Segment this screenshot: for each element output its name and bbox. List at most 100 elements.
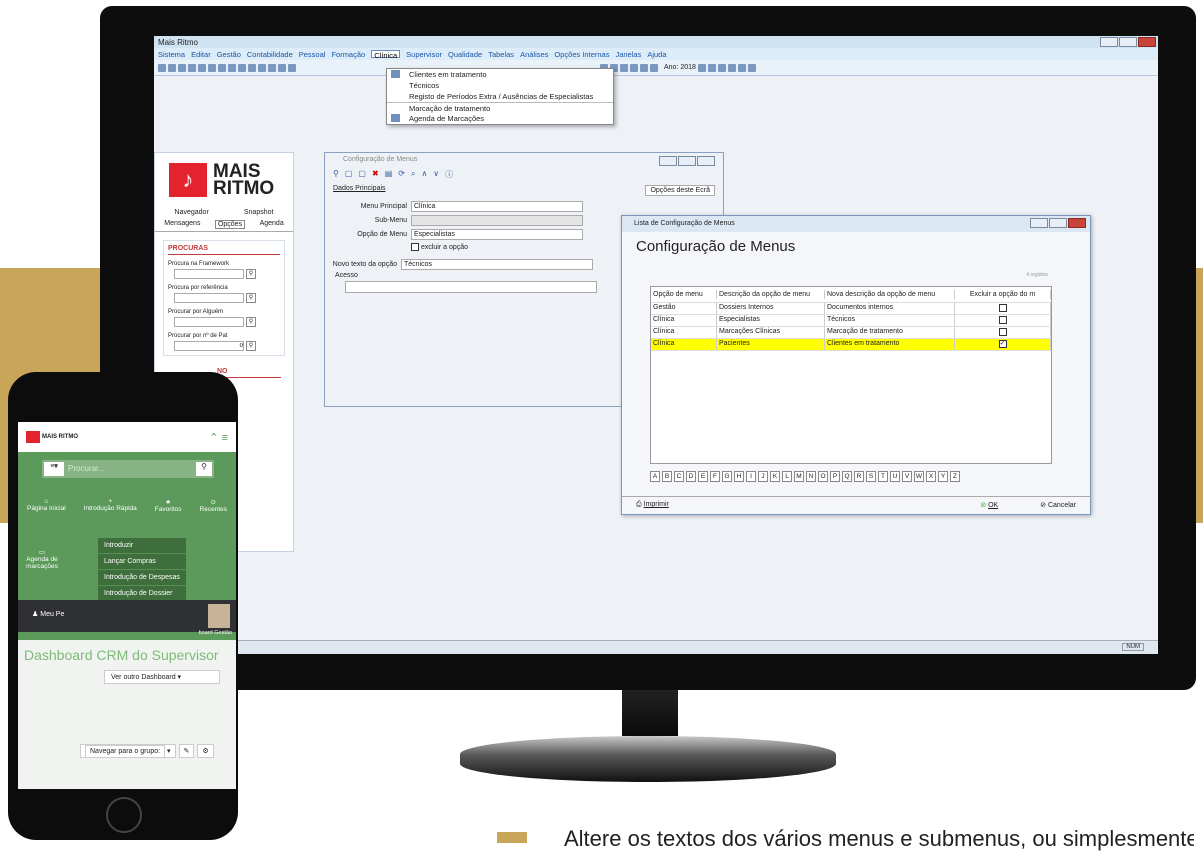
letter-button[interactable]: T: [878, 471, 888, 482]
new-text-input[interactable]: Técnicos: [401, 259, 593, 270]
tool-icon[interactable]: [238, 63, 246, 72]
quick-menu-item[interactable]: Introdução de Despesas: [98, 570, 186, 586]
letter-button[interactable]: W: [914, 471, 924, 482]
tool-icon[interactable]: [278, 63, 286, 72]
letter-button[interactable]: Y: [938, 471, 948, 482]
letter-button[interactable]: I: [746, 471, 756, 482]
table-row[interactable]: Gestão Dossiers Internos Documentos intern…: [651, 303, 1051, 315]
delete-icon[interactable]: ✖: [372, 169, 379, 181]
phone-search[interactable]: ≡▾ Procurar... ⚲: [42, 460, 214, 478]
copy-icon[interactable]: ▢: [358, 169, 366, 181]
filter-icon[interactable]: ⌕: [411, 169, 415, 181]
search-icon[interactable]: ⚲: [246, 293, 256, 303]
menu-gestao[interactable]: Gestão: [217, 50, 241, 59]
letter-button[interactable]: R: [854, 471, 864, 482]
table-row-selected[interactable]: Clínica Pacientes Clientes em tratamento ✓: [651, 339, 1051, 351]
maximize-button[interactable]: [1049, 218, 1067, 228]
recent-button[interactable]: ⊙ Recentes: [200, 498, 227, 513]
home-button[interactable]: ⌂ Página Inicial: [27, 498, 66, 513]
cancel-button[interactable]: Cancelar: [1048, 502, 1076, 509]
table-row[interactable]: Clínica Especialistas Técnicos: [651, 315, 1051, 327]
letter-button[interactable]: U: [890, 471, 900, 482]
letter-button[interactable]: E: [698, 471, 708, 482]
letter-button[interactable]: H: [734, 471, 744, 482]
tool-icon[interactable]: [747, 63, 756, 72]
list-icon[interactable]: ≡▾: [44, 462, 64, 476]
quick-menu-item[interactable]: Introduzir: [98, 538, 186, 554]
excluir-checkbox[interactable]: [411, 243, 419, 251]
minimize-button[interactable]: [1100, 37, 1118, 47]
search-input[interactable]: [174, 269, 244, 279]
up-icon[interactable]: ∧: [421, 169, 427, 181]
letter-button[interactable]: L: [782, 471, 792, 482]
tab-opcoes[interactable]: Opções: [214, 220, 246, 229]
row-checkbox[interactable]: [998, 304, 1007, 312]
tool-icon[interactable]: [178, 63, 186, 72]
group-select[interactable]: Navegar para o grupo: ▾: [80, 744, 176, 758]
tool-icon[interactable]: [188, 63, 196, 72]
search-icon[interactable]: ⚲: [246, 341, 256, 351]
home-button-hw[interactable]: [106, 797, 142, 833]
menu-pessoal[interactable]: Pessoal: [299, 50, 326, 59]
tool-icon[interactable]: [630, 63, 638, 72]
tab-navegador[interactable]: Navegador: [175, 209, 209, 216]
search-icon[interactable]: ⚲: [246, 317, 256, 327]
menu-icon[interactable]: ⌃ ≡: [209, 431, 228, 444]
menu-tabelas[interactable]: Tabelas: [488, 50, 514, 59]
options-dropdown[interactable]: Opções deste Ecrã: [645, 185, 715, 196]
menu-item[interactable]: Registo de Períodos Extra / Ausências de…: [387, 91, 613, 102]
menu-formacao[interactable]: Formação: [331, 50, 365, 59]
search-input[interactable]: [174, 293, 244, 303]
letter-button[interactable]: Z: [950, 471, 960, 482]
search-icon[interactable]: ⚲: [246, 269, 256, 279]
letter-button[interactable]: Q: [842, 471, 852, 482]
row-checkbox[interactable]: [998, 328, 1007, 336]
menu-item[interactable]: Agenda de Marcações: [387, 113, 613, 124]
tool-icon[interactable]: [640, 63, 648, 72]
tool-icon[interactable]: [620, 63, 628, 72]
tool-icon[interactable]: [727, 63, 736, 72]
tool-icon[interactable]: [208, 63, 216, 72]
row-checkbox-checked[interactable]: ✓: [998, 340, 1007, 348]
tab-snapshot[interactable]: Snapshot: [244, 209, 274, 216]
letter-button[interactable]: M: [794, 471, 804, 482]
favorites-button[interactable]: ★ Favoritos: [155, 498, 182, 513]
tab-dados-principais[interactable]: Dados Principais: [333, 185, 386, 196]
maximize-button[interactable]: [1119, 37, 1137, 47]
ok-button[interactable]: OK: [988, 502, 998, 509]
gear-icon[interactable]: ⚙: [197, 744, 214, 758]
new-icon[interactable]: ▢: [345, 169, 353, 181]
user-bar[interactable]: ♟ Meu Pe: [18, 600, 236, 632]
menu-item[interactable]: Técnicos: [387, 80, 613, 91]
menu-janelas[interactable]: Janelas: [615, 50, 641, 59]
tool-icon[interactable]: [158, 63, 166, 72]
row-checkbox[interactable]: [998, 316, 1007, 324]
tool-icon[interactable]: [258, 63, 266, 72]
submenu-select[interactable]: [411, 215, 583, 226]
search-input[interactable]: [174, 341, 244, 351]
search-icon[interactable]: ⚲: [196, 462, 212, 476]
table-row[interactable]: Clínica Marcações Clínicas Marcação de tra…: [651, 327, 1051, 339]
menu-item[interactable]: Marcação de tratamento: [387, 102, 613, 113]
acesso-select[interactable]: [345, 281, 597, 293]
letter-button[interactable]: B: [662, 471, 672, 482]
letter-button[interactable]: D: [686, 471, 696, 482]
menu-qualidade[interactable]: Qualidade: [448, 50, 482, 59]
menu-supervisor[interactable]: Supervisor: [406, 50, 442, 59]
col-header[interactable]: Opção de menu: [651, 290, 717, 299]
menu-sistema[interactable]: Sistema: [158, 50, 185, 59]
quick-intro-button[interactable]: + Introdução Rápida: [84, 498, 137, 513]
menu-item[interactable]: Clientes em tratamento: [387, 69, 613, 80]
search-icon[interactable]: ⚲: [333, 169, 339, 181]
letter-button[interactable]: G: [722, 471, 732, 482]
menu-clinica[interactable]: Clínica: [371, 50, 401, 60]
minimize-button[interactable]: [1030, 218, 1048, 228]
opcao-menu-select[interactable]: Especialistas: [411, 229, 583, 240]
tool-icon[interactable]: [268, 63, 276, 72]
letter-button[interactable]: A: [650, 471, 660, 482]
other-dashboard-select[interactable]: Ver outro Dashboard ▾: [104, 670, 220, 684]
print-icon[interactable]: ⎙: [636, 501, 642, 508]
letter-button[interactable]: O: [818, 471, 828, 482]
letter-button[interactable]: N: [806, 471, 816, 482]
tool-icon[interactable]: [717, 63, 726, 72]
